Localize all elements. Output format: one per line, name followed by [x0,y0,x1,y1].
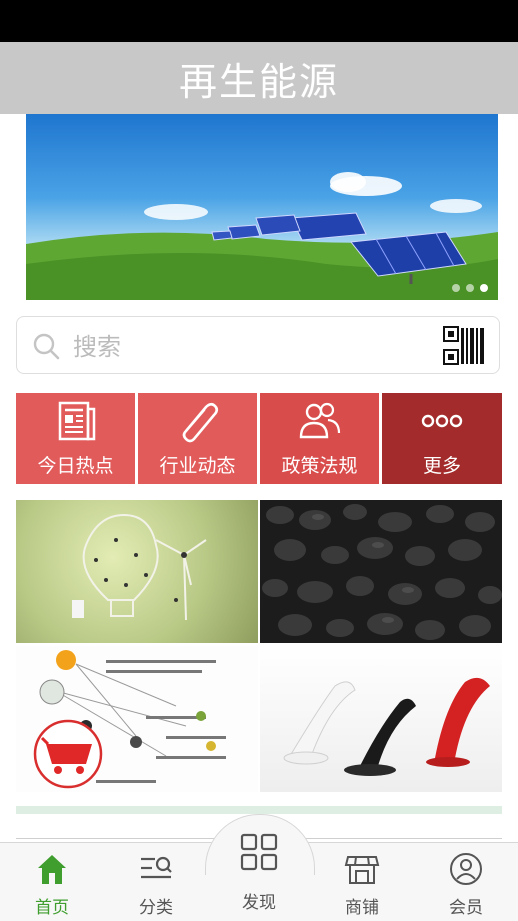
tab-home[interactable]: 首页 [0,843,104,921]
more-dots-icon [421,414,463,428]
home-icon [38,855,66,884]
content-strip [16,806,502,814]
qr-code-scan-icon[interactable] [443,326,485,366]
nav-tile-hot-news[interactable]: 今日热点 [16,393,135,484]
shop-icon [344,856,380,884]
desk-lamps-image [283,677,490,776]
carousel-dot-active[interactable] [480,284,488,292]
photo-grid [16,500,502,792]
status-bar [0,0,518,42]
carousel-dot[interactable] [466,284,474,292]
search-bar[interactable] [16,316,500,374]
nav-tile-industry-news[interactable]: 行业动态 [138,393,257,484]
category-nav: 今日热点 行业动态 政策法规 更多 [16,393,502,484]
page-title: 再生能源 [178,59,339,104]
nav-tile-label: 行业动态 [159,455,236,477]
nav-tile-label: 今日热点 [37,455,114,477]
nav-tile-policy[interactable]: 政策法规 [260,393,379,484]
tab-discover[interactable]: 发现 [207,828,311,920]
nav-tile-more[interactable]: 更多 [382,393,502,484]
banner-carousel[interactable] [26,114,498,300]
people-icon [299,402,340,439]
tab-label: 分类 [139,898,173,918]
tab-shop[interactable]: 商铺 [310,843,414,921]
tab-category[interactable]: 分类 [104,843,208,921]
category-icon [141,856,172,879]
header-bar: 再生能源 [0,42,518,114]
search-input[interactable] [71,329,435,365]
search-icon [33,333,60,360]
paperclip-icon [182,402,218,443]
nav-tile-label: 政策法规 [281,455,358,477]
carousel-dots [452,284,488,292]
energy-diagram-image [33,650,226,789]
nav-tile-label: 更多 [422,455,461,477]
newspaper-icon [58,401,95,441]
carousel-dot[interactable] [452,284,460,292]
tab-label: 发现 [242,893,276,913]
photo-lightbulb[interactable] [16,500,258,643]
tab-member[interactable]: 会员 [414,843,518,921]
photo-coal[interactable] [260,500,502,643]
tab-label: 商铺 [345,898,379,918]
coal-image [262,504,502,640]
photo-energy-diagram[interactable] [16,646,258,792]
lightbulb-wireframe-image [72,513,207,621]
user-icon [450,853,482,885]
photo-desk-lamps[interactable] [260,646,502,792]
banner-image [26,172,498,300]
tab-label: 会员 [449,898,483,918]
tab-label: 首页 [35,898,69,918]
grid-icon [240,833,278,871]
